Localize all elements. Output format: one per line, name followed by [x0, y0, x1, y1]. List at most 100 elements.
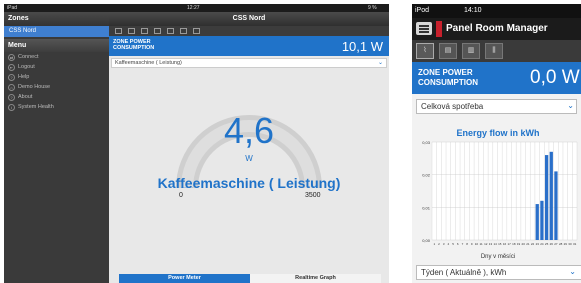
- chart-x-tick-label: 16: [503, 242, 507, 246]
- chart-y-tick-label: 0,00: [422, 238, 431, 243]
- zone-power-value: 0,0 W: [530, 67, 580, 88]
- sidebar-item-label: System Health: [18, 104, 54, 110]
- status-bar: iPad 12:27 9 %: [4, 4, 389, 12]
- sidebar-item-label: Help: [18, 74, 30, 80]
- chart-x-tick-label: 9: [471, 242, 473, 246]
- chart-x-tick-label: 17: [508, 242, 512, 246]
- chart-x-tick-label: 7: [462, 242, 464, 246]
- chart-x-tick-label: 15: [498, 242, 502, 246]
- chart-x-tick-label: 2: [438, 242, 440, 246]
- tab-power-meter[interactable]: Power Meter: [119, 274, 250, 283]
- chevron-down-icon: ⌄: [569, 267, 576, 276]
- carrier-label: iPod: [415, 7, 430, 14]
- device-icon[interactable]: ▥: [462, 43, 480, 59]
- zone-power-bar: ZONE POWER CONSUMPTION 10,1 W: [109, 36, 389, 56]
- chart-bar: [540, 200, 544, 240]
- list-icon[interactable]: [115, 28, 122, 34]
- sidebar-item-system-health[interactable]: i System Health: [4, 102, 109, 112]
- chart-y-tick-label: 0,03: [422, 140, 431, 145]
- chart-x-tick-label: 21: [526, 242, 530, 246]
- zone-power-bar: ZONE POWER CONSUMPTION 0,0 W: [412, 62, 581, 94]
- chart-x-tick-label: 27: [554, 242, 558, 246]
- tablet-screen: iPad 12:27 9 % Zones CSS Nord Menu ⇄ Con…: [4, 4, 389, 283]
- chart-x-tick-label: 26: [550, 242, 554, 246]
- chart-x-tick-label: 12: [484, 242, 488, 246]
- chart-x-tick-label: 10: [475, 242, 479, 246]
- chart-x-tick-label: 11: [480, 242, 483, 246]
- chart-x-tick-label: 22: [531, 242, 535, 246]
- chart-x-tick-label: 28: [559, 242, 563, 246]
- bottom-tabs: Power Meter Realtime Graph: [119, 274, 381, 283]
- carrier-label: iPad: [7, 5, 18, 11]
- chart-x-tick-label: 13: [489, 242, 493, 246]
- chart-x-tick-label: 3: [443, 242, 445, 246]
- sidebar-item-about[interactable]: ? About: [4, 92, 109, 102]
- switch-icon[interactable]: [154, 28, 161, 34]
- tablet-main: CSS Nord ZONE POWER CONSUMPTION 10,1 W K…: [109, 12, 389, 283]
- brand-accent: [436, 21, 442, 37]
- plug-icon[interactable]: [193, 28, 200, 34]
- sidebar: Zones CSS Nord Menu ⇄ Connect ⇤ Logout ?…: [4, 12, 109, 283]
- gauge-max-label: 3500: [305, 192, 321, 199]
- chart-x-tick-label: 23: [536, 242, 540, 246]
- chart-x-tick-label: 19: [517, 242, 521, 246]
- device-icon[interactable]: [180, 28, 187, 34]
- sidebar-zone-css-nord[interactable]: CSS Nord: [4, 26, 109, 37]
- chart-x-tick-label: 31: [573, 242, 577, 246]
- page-title: CSS Nord: [109, 12, 389, 26]
- sidebar-item-label: About: [18, 94, 33, 100]
- grid-icon[interactable]: [128, 28, 135, 34]
- chart-x-tick-label: 8: [466, 242, 468, 246]
- sidebar-item-label: Connect: [18, 54, 39, 60]
- tab-realtime-graph[interactable]: Realtime Graph: [250, 274, 381, 283]
- app-title: Panel Room Manager: [446, 23, 548, 34]
- menu-icon[interactable]: [416, 22, 432, 35]
- about-icon: ?: [8, 93, 15, 101]
- toolbar: ⌇ ▤ ▥ ⫼: [412, 40, 581, 62]
- clock: 14:10: [464, 7, 482, 14]
- chevron-down-icon: ⌄: [377, 60, 383, 66]
- chart-x-tick-label: 18: [512, 242, 516, 246]
- sidebar-title: Zones: [4, 12, 109, 26]
- chevron-down-icon: ⌄: [567, 101, 574, 110]
- clock: 12:27: [187, 5, 200, 11]
- chart-x-tick-label: 6: [457, 242, 459, 246]
- zone-power-label: ZONE POWER CONSUMPTION: [418, 68, 478, 88]
- power-gauge: 0 3500: [109, 70, 389, 270]
- consumption-select-value: Celková spotřeba: [421, 102, 484, 111]
- chart-x-tick-label: 4: [448, 242, 450, 246]
- chart-icon[interactable]: ⌇: [416, 43, 434, 59]
- battery-label: 9 %: [368, 5, 377, 11]
- sidebar-item-demo-house[interactable]: ⌂ Demo House: [4, 82, 109, 92]
- sidebar-item-connect[interactable]: ⇄ Connect: [4, 52, 109, 62]
- sidebar-item-label: Demo House: [18, 84, 51, 90]
- consumption-select[interactable]: Celková spotřeba ⌄: [416, 99, 577, 114]
- chart-x-axis-label: Dny v měsíci: [481, 254, 515, 260]
- chart-y-tick-label: 0,01: [422, 205, 431, 210]
- table-icon[interactable]: [167, 28, 174, 34]
- period-select[interactable]: Týden ( Aktuálně ), kWh ⌄: [416, 265, 581, 280]
- chart-x-tick-label: 1: [434, 242, 436, 246]
- chart-icon[interactable]: [141, 28, 148, 34]
- period-select-value: Týden ( Aktuálně ), kWh: [421, 268, 507, 277]
- chart-bar: [544, 155, 549, 240]
- chart-x-tick-label: 20: [522, 242, 526, 246]
- sidebar-item-logout[interactable]: ⇤ Logout: [4, 62, 109, 72]
- sidebar-item-help[interactable]: ? Help: [4, 72, 109, 82]
- app-title-bar: Panel Room Manager: [412, 18, 581, 40]
- health-icon: i: [8, 103, 15, 111]
- gauge-unit: W: [245, 154, 253, 163]
- plug-icon[interactable]: ⫼: [485, 43, 503, 59]
- zone-label-line2: CONSUMPTION: [418, 78, 478, 87]
- zone-label-line2: CONSUMPTION: [113, 45, 155, 51]
- sidebar-item-label: Logout: [18, 64, 35, 70]
- status-bar: iPod 14:10: [412, 4, 581, 18]
- chart-x-tick-label: 29: [564, 242, 568, 246]
- zone-label-line1: ZONE POWER: [418, 68, 473, 77]
- chart-x-tick-label: 30: [568, 242, 572, 246]
- table-icon[interactable]: ▤: [439, 43, 457, 59]
- device-select[interactable]: Kaffeemaschine ( Leistung) ⌄: [111, 58, 387, 68]
- phone-screen: iPod 14:10 Panel Room Manager ⌇ ▤ ▥ ⫼ ZO…: [412, 4, 581, 283]
- energy-chart: Energy flow in kWh 0,000,010,020,03 1234…: [422, 128, 578, 260]
- zone-power-label: ZONE POWER CONSUMPTION: [113, 39, 154, 51]
